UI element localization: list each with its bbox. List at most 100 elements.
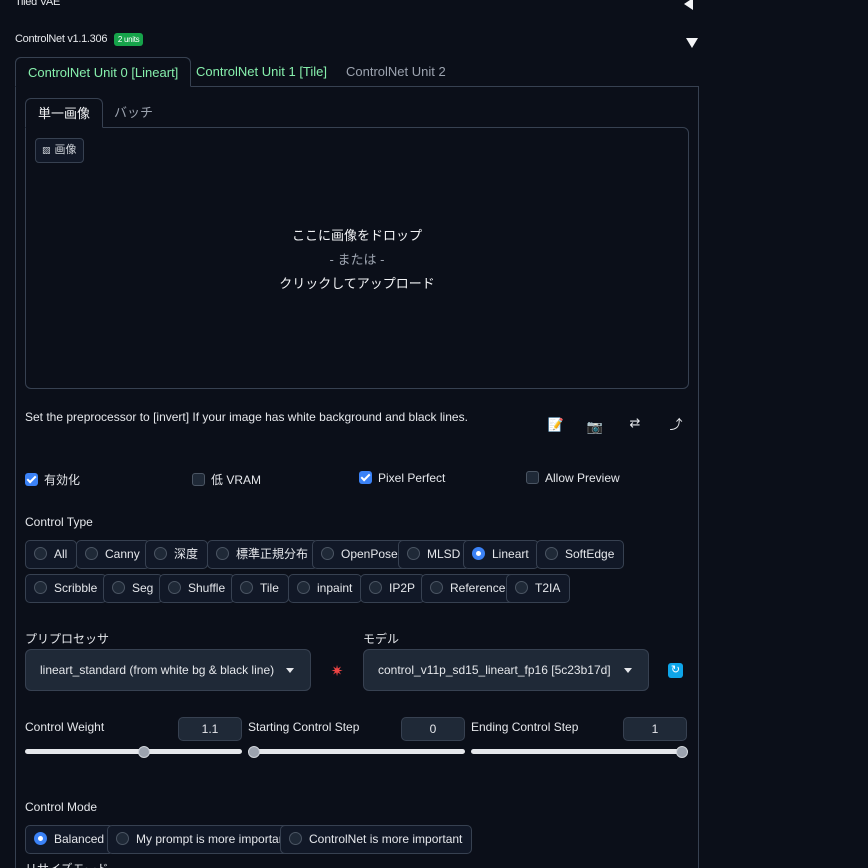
camera-icon[interactable]: 📷 (586, 419, 604, 435)
drop-text-line3: クリックしてアップロード (279, 276, 435, 291)
control-type-reference[interactable]: Reference (421, 574, 516, 603)
pixel-perfect-label: Pixel Perfect (378, 471, 446, 485)
swap-icon[interactable]: ⇄ (626, 415, 644, 431)
controlnet-title[interactable]: ControlNet v1.1.306 2 units (15, 33, 144, 46)
preprocessor-hint: Set the preprocessor to [invert] If your… (25, 410, 468, 424)
radio-dot (85, 547, 98, 560)
control-type-shuffle[interactable]: Shuffle (159, 574, 236, 603)
radio-dot (545, 547, 558, 560)
radio-dot (240, 581, 253, 594)
resize-mode-label: リサイズモード (25, 860, 109, 868)
control-type-lineart[interactable]: Lineart (463, 540, 539, 569)
radio-label: OpenPose (341, 547, 398, 561)
control-type-t2ia[interactable]: T2IA (506, 574, 571, 603)
preprocessor-dropdown[interactable]: lineart_standard (from white bg & black … (25, 649, 311, 691)
radio-dot-selected (472, 547, 485, 560)
control-mode-label: Control Mode (25, 800, 98, 814)
start-step-slider[interactable] (248, 749, 465, 754)
radio-dot (297, 581, 310, 594)
tab-unit-1[interactable]: ControlNet Unit 1 [Tile] (184, 57, 339, 87)
control-weight-label: Control Weight (25, 720, 105, 734)
control-type-normal[interactable]: 標準正規分布 (207, 540, 319, 569)
control-mode-prompt[interactable]: My prompt is more important (107, 825, 299, 854)
radio-dot (407, 547, 420, 560)
pixel-perfect-checkbox[interactable]: Pixel Perfect (359, 471, 445, 485)
radio-dot (216, 547, 229, 560)
units-badge: 2 units (113, 33, 144, 46)
control-type-row-2: Scribble Seg Shuffle Tile inpaint IP2P R… (25, 574, 685, 603)
tab-unit-2[interactable]: ControlNet Unit 2 (334, 57, 458, 87)
checkbox-pixelperfect-box[interactable] (359, 471, 372, 484)
control-weight-slider[interactable] (25, 749, 242, 754)
radio-label: Reference (450, 581, 506, 595)
radio-label: All (54, 547, 68, 561)
radio-label: Balanced (54, 832, 105, 846)
control-type-scribble[interactable]: Scribble (25, 574, 108, 603)
tab-batch[interactable]: バッチ (102, 98, 165, 128)
control-mode-controlnet[interactable]: ControlNet is more important (280, 825, 473, 854)
radio-dot (116, 832, 129, 845)
collapse-left-icon[interactable] (684, 0, 693, 10)
radio-dot (168, 581, 181, 594)
drop-text-line2: - または - (329, 252, 385, 267)
image-icon: ▨ (42, 145, 51, 155)
model-value: control_v11p_sd15_lineart_fp16 [5c23b17d… (378, 663, 611, 677)
run-preprocessor-icon[interactable]: ✷ (328, 662, 346, 680)
control-type-softedge[interactable]: SoftEdge (536, 540, 625, 569)
radio-label: Canny (105, 547, 140, 561)
tab-single-image[interactable]: 単一画像 (25, 98, 104, 128)
chevron-down-icon (624, 668, 632, 673)
radio-label: Seg (132, 581, 154, 595)
new-canvas-icon[interactable]: 📝 (547, 417, 565, 433)
control-type-openpose[interactable]: OpenPose (312, 540, 408, 569)
control-type-depth[interactable]: 深度 (145, 540, 209, 569)
start-step-label: Starting Control Step (248, 720, 360, 734)
control-mode-row: Balanced My prompt is more important Con… (25, 825, 685, 854)
control-type-tile[interactable]: Tile (231, 574, 289, 603)
checkbox-enabled-box[interactable] (25, 473, 38, 486)
control-mode-balanced[interactable]: Balanced (25, 825, 115, 854)
radio-dot (430, 581, 443, 594)
send-dimensions-icon[interactable]: ⤴ (667, 414, 685, 433)
radio-label: Scribble (54, 581, 98, 595)
image-chip-text: 画像 (54, 144, 77, 156)
tab-unit-0-overlay[interactable]: ControlNet Unit 0 [Lineart] (15, 57, 192, 87)
control-type-ip2p[interactable]: IP2P (360, 574, 426, 603)
enable-label: 有効化 (44, 473, 81, 487)
model-label: モデル (363, 632, 400, 646)
checkbox-preview-box[interactable] (526, 471, 539, 484)
start-step-thumb[interactable] (248, 746, 260, 758)
control-type-mlsd[interactable]: MLSD (398, 540, 471, 569)
radio-label: SoftEdge (565, 547, 615, 561)
refresh-models-icon[interactable]: ↻ (668, 663, 683, 678)
low-vram-checkbox[interactable]: 低 VRAM (192, 471, 261, 488)
model-dropdown[interactable]: control_v11p_sd15_lineart_fp16 [5c23b17d… (363, 649, 649, 691)
enable-checkbox[interactable]: 有効化 (25, 471, 80, 488)
checkbox-lowvram-box[interactable] (192, 473, 205, 486)
control-type-canny[interactable]: Canny (76, 540, 150, 569)
end-step-input[interactable]: 1 (623, 717, 687, 741)
radio-label: Lineart (492, 547, 529, 561)
control-type-seg[interactable]: Seg (103, 574, 164, 603)
radio-label: ControlNet is more important (309, 832, 463, 846)
end-step-slider[interactable] (471, 749, 688, 754)
end-step-thumb[interactable] (676, 746, 688, 758)
expand-down-icon[interactable] (686, 38, 698, 48)
low-vram-label: 低 VRAM (211, 473, 262, 487)
radio-label: Shuffle (188, 581, 226, 595)
start-step-input[interactable]: 0 (401, 717, 465, 741)
allow-preview-checkbox[interactable]: Allow Preview (526, 471, 620, 485)
radio-label: MLSD (427, 547, 461, 561)
radio-label: My prompt is more important (136, 832, 289, 846)
control-weight-thumb[interactable] (137, 746, 150, 758)
controlnet-version: ControlNet v1.1.306 (15, 33, 108, 45)
control-type-label: Control Type (25, 515, 93, 529)
tiled-vae-label[interactable]: Tiled VAE (15, 0, 60, 8)
radio-dot (321, 547, 334, 560)
radio-label: Tile (260, 581, 279, 595)
radio-dot (369, 581, 382, 594)
control-type-all[interactable]: All (25, 540, 78, 569)
control-type-inpaint[interactable]: inpaint (288, 574, 363, 603)
drop-text-line1: ここに画像をドロップ (291, 228, 422, 243)
control-weight-input[interactable]: 1.1 (178, 717, 242, 741)
